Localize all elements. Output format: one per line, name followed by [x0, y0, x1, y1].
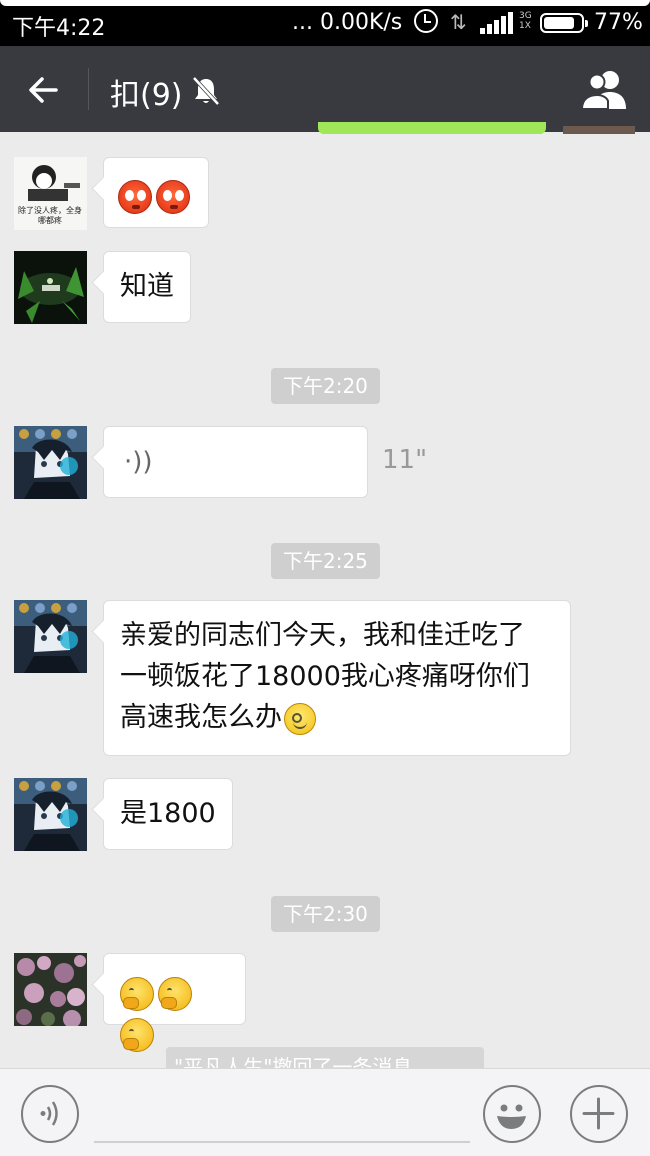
timestamp: 下午2:30	[271, 896, 380, 932]
message-bubble[interactable]	[103, 953, 246, 1052]
voice-message-bubble[interactable]: ·))	[103, 426, 368, 498]
previous-message-avatar[interactable]	[563, 126, 635, 134]
input-bar	[0, 1068, 650, 1156]
avatar-flowers-image	[14, 953, 87, 1026]
data-transfer-icon: ⇅	[450, 10, 467, 34]
header-divider	[88, 68, 89, 110]
message-bubble[interactable]: 是1800	[103, 778, 233, 850]
message-text: 是1800	[120, 798, 216, 829]
avatar[interactable]	[14, 426, 87, 499]
avatar[interactable]	[14, 953, 87, 1026]
avatar[interactable]	[14, 251, 87, 324]
message-bubble[interactable]	[103, 157, 209, 228]
avatar-cartoon-image: 除了没人疼，全身 哪都疼	[14, 157, 87, 230]
svg-text:哪都疼: 哪都疼	[38, 215, 62, 225]
battery-icon	[540, 13, 588, 33]
message-text-line: 高速我怎么办	[120, 702, 282, 733]
group-members-icon[interactable]	[580, 68, 632, 110]
smile-icon	[284, 702, 316, 735]
back-button[interactable]	[22, 68, 66, 112]
thinking-icon	[158, 976, 192, 1011]
status-bar-top-edge	[0, 0, 650, 6]
emoji-button[interactable]	[483, 1085, 541, 1143]
svg-text:除了没人疼，全身: 除了没人疼，全身	[18, 205, 82, 215]
message-text-line: 亲爱的同志们今天，我和佳迁吃了	[120, 620, 525, 651]
status-time: 下午4:22	[12, 16, 106, 41]
blush-icon	[156, 179, 190, 214]
alarm-icon	[414, 9, 438, 33]
voice-playback-icon: ·))	[124, 447, 153, 477]
voice-input-button[interactable]	[21, 1085, 79, 1143]
thinking-icon	[120, 976, 154, 1011]
voice-input-icon	[40, 1101, 58, 1126]
avatar[interactable]	[14, 778, 87, 851]
timestamp: 下午2:25	[271, 543, 380, 579]
system-notice: "平凡人生"撤回了一条消息	[166, 1047, 484, 1069]
avatar-anime-image	[14, 426, 87, 499]
voice-duration: 11"	[382, 445, 428, 475]
status-bar: 下午4:22 ... 0.00K/s ⇅ 3G 1X 77%	[0, 0, 650, 46]
avatar-anime-image	[14, 778, 87, 851]
message-text-line: 一顿饭花了18000我心疼痛呀你们	[120, 661, 530, 692]
back-arrow-icon	[29, 77, 58, 103]
plus-icon	[582, 1097, 615, 1130]
battery-percent: 77%	[594, 10, 643, 35]
bell-muted-icon	[192, 76, 220, 106]
message-bubble[interactable]: 亲爱的同志们今天，我和佳迁吃了 一顿饭花了18000我心疼痛呀你们 高速我怎么办	[103, 600, 571, 756]
system-notice-text: "平凡人生"撤回了一条消息	[174, 1055, 413, 1069]
previous-message-bubble[interactable]	[318, 122, 546, 134]
message-input[interactable]	[94, 1141, 470, 1143]
message-text: 知道	[120, 271, 174, 302]
avatar-night-scene-image	[14, 251, 87, 324]
chat-header: 扣(9)	[0, 46, 650, 132]
emoji-face-icon	[497, 1104, 526, 1129]
avatar[interactable]	[14, 600, 87, 673]
thinking-icon	[120, 1017, 154, 1052]
plus-button[interactable]	[570, 1085, 628, 1143]
signal-icon	[480, 12, 516, 34]
chat-title: 扣(9)	[110, 78, 183, 113]
avatar-anime-image	[14, 600, 87, 673]
network-type-label: 3G 1X	[519, 11, 532, 31]
blush-icon	[118, 179, 152, 214]
timestamp: 下午2:20	[271, 368, 380, 404]
status-network-speed: ... 0.00K/s	[292, 10, 403, 35]
message-bubble[interactable]: 知道	[103, 251, 191, 323]
avatar[interactable]: 除了没人疼，全身 哪都疼	[14, 157, 87, 230]
